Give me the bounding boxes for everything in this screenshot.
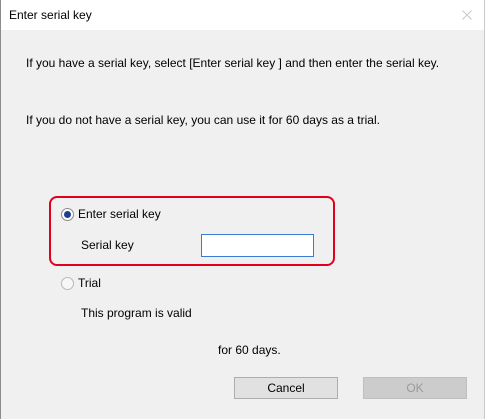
radio-selected-icon[interactable] (61, 207, 74, 221)
radio-trial-label: Trial (78, 276, 101, 290)
serial-key-label: Serial key (81, 238, 134, 252)
window-title: Enter serial key (9, 8, 92, 22)
radio-enter-serial-key[interactable]: Enter serial key (61, 207, 161, 221)
instruction-text-1: If you have a serial key, select [Enter … (26, 56, 440, 70)
serial-key-dialog: Enter serial key If you have a serial ke… (0, 0, 485, 419)
instruction-text-2: If you do not have a serial key, you can… (26, 113, 380, 127)
radio-unselected-icon[interactable] (61, 276, 74, 290)
cancel-button[interactable]: Cancel (234, 377, 338, 399)
close-icon (462, 10, 472, 20)
title-bar[interactable]: Enter serial key (1, 0, 484, 30)
close-button[interactable] (456, 4, 478, 26)
serial-key-input[interactable] (201, 234, 314, 257)
radio-trial[interactable]: Trial (61, 276, 101, 290)
ok-button[interactable]: OK (363, 377, 467, 399)
trial-description-1: This program is valid (81, 306, 192, 320)
trial-description-2: for 60 days. (218, 343, 281, 357)
radio-enter-serial-key-label: Enter serial key (78, 207, 161, 221)
